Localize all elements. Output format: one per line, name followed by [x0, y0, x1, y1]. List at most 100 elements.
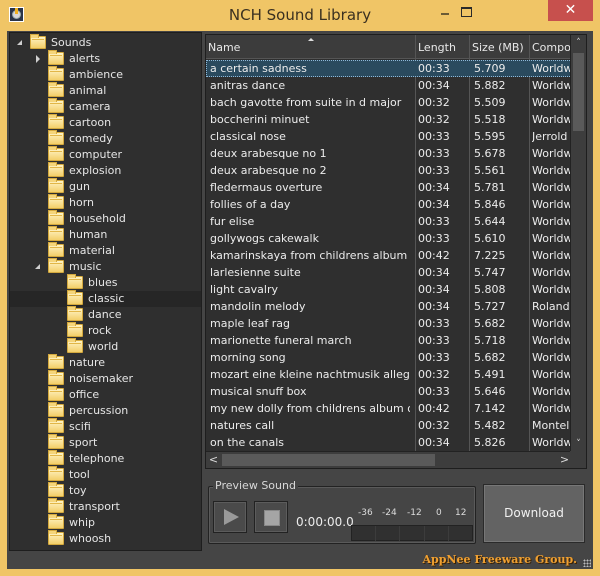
meter-label: -24 — [382, 508, 397, 518]
list-row[interactable]: classical nose 00:33 5.595 Jerrold ' — [206, 128, 572, 145]
horizontal-scroll-thumb[interactable] — [222, 454, 435, 466]
tree-item-camera[interactable]: camera — [34, 98, 111, 115]
close-button[interactable]: ✕ — [548, 0, 593, 21]
list-row[interactable]: deux arabesque no 2 00:33 5.561 Worldwi — [206, 162, 572, 179]
cell-size: 5.646 — [474, 385, 506, 398]
tree-item-sounds[interactable]: Sounds — [16, 34, 91, 51]
list-row[interactable]: deux arabesque no 1 00:33 5.678 Worldwi — [206, 145, 572, 162]
minimize-button[interactable] — [436, 0, 464, 21]
tree-item-alerts[interactable]: alerts — [34, 50, 100, 67]
scroll-left-icon[interactable]: < — [206, 452, 221, 468]
tree-item-horn[interactable]: horn — [34, 194, 94, 211]
tree-item-explosion[interactable]: explosion — [34, 162, 121, 179]
sound-list[interactable]: Name Length Size (MB) Composer a certain… — [205, 34, 587, 469]
column-header-composer[interactable]: Composer — [530, 35, 572, 59]
tree-item-rock[interactable]: rock — [53, 322, 111, 339]
tree-item-telephone[interactable]: telephone — [34, 450, 124, 467]
tree-item-label: comedy — [69, 132, 113, 145]
cell-name: musical snuff box — [210, 385, 307, 398]
category-tree[interactable]: Sounds alerts ambience animal camera cartoon… — [9, 32, 202, 551]
collapse-arrow-icon[interactable] — [16, 35, 26, 51]
tree-item-tool[interactable]: tool — [34, 466, 90, 483]
column-header-size[interactable]: Size (MB) — [470, 35, 530, 59]
tree-item-classic[interactable]: classic — [10, 290, 201, 307]
tree-item-dance[interactable]: dance — [53, 306, 122, 323]
tree-item-whip[interactable]: whip — [34, 514, 95, 531]
horizontal-scrollbar[interactable]: < > — [206, 451, 572, 468]
list-row[interactable]: follies of a day 00:34 5.846 Worldwi — [206, 196, 572, 213]
meter-divider — [399, 526, 400, 541]
list-row[interactable]: boccherini minuet 00:32 5.518 Worldwi — [206, 111, 572, 128]
list-row[interactable]: kamarinskaya from childrens album op 39 0… — [206, 247, 572, 264]
tree-item-music[interactable]: music — [34, 258, 102, 275]
list-row[interactable]: mandolin melody 00:34 5.727 Roland S — [206, 298, 572, 315]
tree-item-sport[interactable]: sport — [34, 434, 97, 451]
list-row[interactable]: on the canals 00:34 5.826 Worldwi — [206, 434, 572, 451]
tree-item-whoosh[interactable]: whoosh — [34, 530, 111, 547]
folder-icon — [48, 258, 64, 273]
resize-grip-icon[interactable] — [583, 559, 591, 567]
cell-name: mandolin melody — [210, 300, 306, 313]
list-row[interactable]: marionette funeral march 00:33 5.718 Worldw… — [206, 332, 572, 349]
tree-item-scifi[interactable]: scifi — [34, 418, 91, 435]
meter-label: -36 — [358, 508, 373, 518]
tree-item-percussion[interactable]: percussion — [34, 402, 128, 419]
tree-item-blues[interactable]: blues — [53, 274, 118, 291]
list-row[interactable]: morning song 00:33 5.682 Worldwi — [206, 349, 572, 366]
tree-item-cartoon[interactable]: cartoon — [34, 114, 111, 131]
play-button[interactable] — [213, 501, 247, 533]
list-row[interactable]: musical snuff box 00:33 5.646 Worldwi — [206, 383, 572, 400]
list-row[interactable]: larlesienne suite 00:34 5.747 Worldwi — [206, 264, 572, 281]
cell-composer: Worldwi — [532, 351, 572, 364]
tree-item-office[interactable]: office — [34, 386, 99, 403]
stop-button[interactable] — [254, 501, 288, 533]
list-row[interactable]: bach gavotte from suite in d major 00:32 5… — [206, 94, 572, 111]
download-button[interactable]: Download — [483, 484, 585, 543]
tree-item-gun[interactable]: gun — [34, 178, 90, 195]
folder-icon — [48, 178, 64, 193]
cell-length: 00:34 — [418, 266, 450, 279]
cell-size: 5.491 — [474, 368, 506, 381]
scroll-down-icon[interactable]: ˅ — [571, 436, 586, 452]
cell-name: fledermaus overture — [210, 181, 323, 194]
tree-item-transport[interactable]: transport — [34, 498, 120, 515]
folder-icon — [48, 242, 64, 257]
list-row[interactable]: anitras dance 00:34 5.882 Worldwi — [206, 77, 572, 94]
folder-icon — [48, 114, 64, 129]
tree-item-nature[interactable]: nature — [34, 354, 105, 371]
tree-item-human[interactable]: human — [34, 226, 107, 243]
tree-item-household[interactable]: household — [34, 210, 126, 227]
folder-icon — [30, 34, 46, 49]
tree-item-toy[interactable]: toy — [34, 482, 87, 499]
tree-item-world[interactable]: world — [53, 338, 118, 355]
vertical-scrollbar[interactable]: ˄ ˅ — [570, 35, 586, 452]
tree-item-material[interactable]: material — [34, 242, 115, 259]
cell-name: marionette funeral march — [210, 334, 352, 347]
expand-arrow-icon[interactable] — [34, 51, 44, 67]
list-row[interactable]: my new dolly from childrens album op 39 0… — [206, 400, 572, 417]
list-row[interactable]: fur elise 00:33 5.644 Worldwi — [206, 213, 572, 230]
list-row[interactable]: natures call 00:32 5.482 Montel E — [206, 417, 572, 434]
scroll-up-icon[interactable]: ˄ — [571, 35, 586, 51]
tree-item-animal[interactable]: animal — [34, 82, 106, 99]
cell-composer: Worldwi — [532, 232, 572, 245]
vertical-scroll-thumb[interactable] — [573, 53, 584, 131]
list-row[interactable]: maple leaf rag 00:33 5.682 Worldwi — [206, 315, 572, 332]
list-row[interactable]: gollywogs cakewalk 00:33 5.610 Worldwi — [206, 230, 572, 247]
tree-item-label: computer — [69, 148, 123, 161]
tree-item-ambience[interactable]: ambience — [34, 66, 123, 83]
tree-item-noisemaker[interactable]: noisemaker — [34, 370, 133, 387]
collapse-arrow-icon[interactable] — [34, 259, 44, 275]
maximize-button[interactable] — [461, 0, 489, 21]
list-row[interactable]: fledermaus overture 00:34 5.781 Worldwi — [206, 179, 572, 196]
cell-size: 5.595 — [474, 130, 506, 143]
cell-name: anitras dance — [210, 79, 286, 92]
list-row[interactable]: mozart eine kleine nachtmusik allegro 00:… — [206, 366, 572, 383]
column-header-length[interactable]: Length — [416, 35, 470, 59]
window-title: NCH Sound Library — [228, 6, 372, 24]
tree-item-comedy[interactable]: comedy — [34, 130, 113, 147]
list-row[interactable]: a certain sadness 00:33 5.709 Worldwi — [206, 60, 572, 77]
tree-item-computer[interactable]: computer — [34, 146, 123, 163]
list-row[interactable]: light cavalry 00:34 5.808 Worldwi — [206, 281, 572, 298]
